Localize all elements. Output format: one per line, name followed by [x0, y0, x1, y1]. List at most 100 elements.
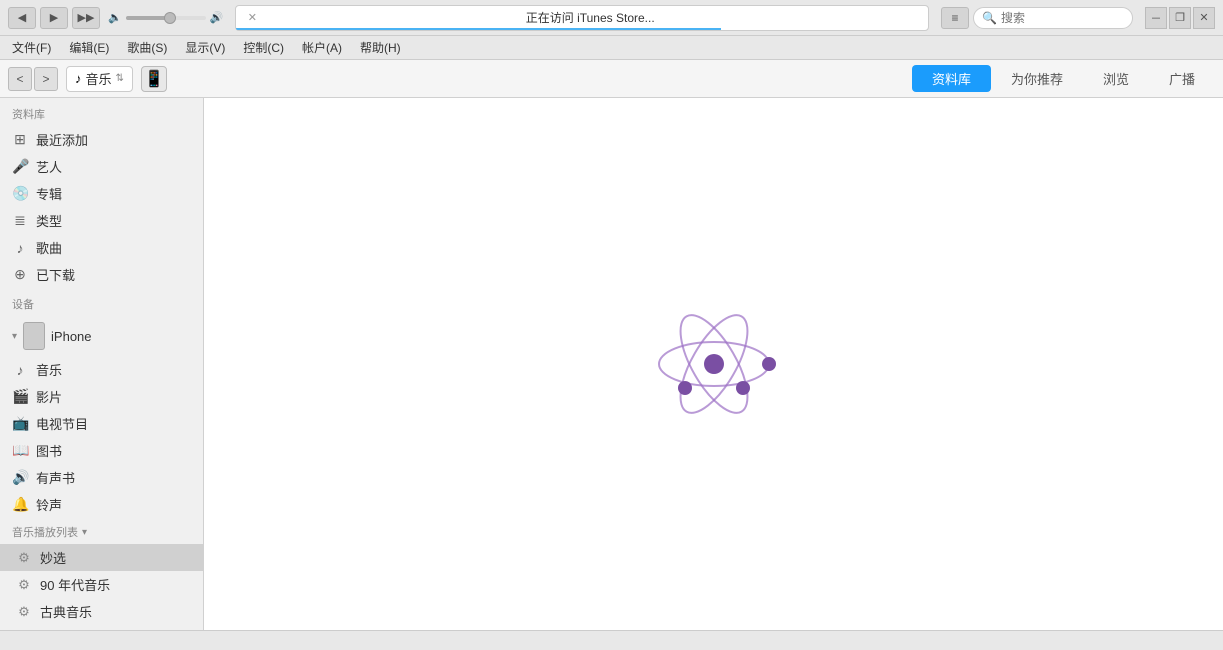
iphone-music-icon: ♪ — [12, 362, 28, 378]
menu-item[interactable]: 帮助(H) — [352, 37, 409, 58]
nav-arrows: < > — [8, 67, 58, 91]
sidebar-item-genres[interactable]: ≣ 类型 — [0, 207, 203, 234]
playlist-item-90s[interactable]: ⚙ 90 年代音乐 — [0, 571, 203, 598]
device-button[interactable]: 📱 — [141, 66, 167, 92]
devices-header: 设备 — [0, 288, 203, 316]
section-selector-chevron: ⇅ — [116, 73, 124, 84]
library-header: 资料库 — [0, 98, 203, 126]
menu-item[interactable]: 编辑(E) — [61, 37, 117, 58]
content-area — [204, 98, 1223, 630]
store-tab-title: 正在访问 iTunes Store... — [260, 9, 920, 26]
phone-icon: 📱 — [144, 69, 164, 89]
menu-item[interactable]: 控制(C) — [235, 37, 292, 58]
menu-item[interactable]: 歌曲(S) — [119, 37, 175, 58]
sidebar-item-iphone-tones[interactable]: 🔔 铃声 — [0, 491, 203, 518]
sidebar-item-label: 最近添加 — [36, 130, 191, 149]
minimize-button[interactable]: － — [1145, 7, 1167, 29]
sidebar-item-label: 图书 — [36, 441, 191, 460]
music-note-icon: ♪ — [75, 71, 82, 86]
sidebar-item-artists[interactable]: 🎤 艺人 — [0, 153, 203, 180]
maximize-button[interactable]: ❐ — [1169, 7, 1191, 29]
playlist-header-text: 音乐播放列表 — [12, 524, 78, 540]
search-input[interactable] — [1001, 11, 1121, 25]
nav-tab-资料库[interactable]: 资料库 — [912, 65, 991, 92]
songs-icon: ♪ — [12, 240, 28, 256]
sidebar-item-label: 已下载 — [36, 265, 191, 284]
sidebar-item-label: 专辑 — [36, 184, 191, 203]
menu-item[interactable]: 显示(V) — [177, 37, 233, 58]
sidebar-item-albums[interactable]: 💿 专辑 — [0, 180, 203, 207]
artists-icon: 🎤 — [12, 158, 28, 175]
sidebar-item-iphone-audiobooks[interactable]: 🔊 有声书 — [0, 464, 203, 491]
genres-icon: ≣ — [12, 212, 28, 229]
sidebar-item-label: 歌曲 — [36, 238, 191, 257]
sidebar-item-iphone-tv[interactable]: 📺 电视节目 — [0, 410, 203, 437]
nav-tab-为你推荐[interactable]: 为你推荐 — [991, 65, 1083, 92]
volume-track[interactable] — [126, 16, 206, 20]
store-tab-close-button[interactable]: ✕ — [244, 10, 260, 26]
albums-icon: 💿 — [12, 185, 28, 202]
playlist-header[interactable]: 音乐播放列表 ▾ — [0, 518, 203, 544]
nav-tab-广播[interactable]: 广播 — [1149, 65, 1215, 92]
playlist-item-genius[interactable]: ⚙ 妙选 — [0, 544, 203, 571]
volume-high-icon: 🔊 — [210, 11, 224, 24]
device-thumbnail — [23, 322, 45, 350]
next-button[interactable]: ▶▶ — [72, 7, 100, 29]
playback-controls: ◀ ▶ ▶▶ — [8, 7, 100, 29]
search-icon: 🔍 — [982, 11, 997, 25]
iphone-tones-icon: 🔔 — [12, 496, 28, 513]
volume-slider[interactable]: 🔈 🔊 — [108, 11, 223, 24]
window-controls: － ❐ ✕ — [1145, 7, 1215, 29]
90s-playlist-icon: ⚙ — [16, 577, 32, 593]
menu-item[interactable]: 文件(F) — [4, 37, 59, 58]
playlist-item-classical[interactable]: ⚙ 古典音乐 — [0, 598, 203, 625]
play-button[interactable]: ▶ — [40, 7, 68, 29]
sidebar-item-label: 艺人 — [36, 157, 191, 176]
nav-tab-浏览[interactable]: 浏览 — [1083, 65, 1149, 92]
nav-tabs: 资料库为你推荐浏览广播 — [912, 65, 1215, 92]
iphone-audiobooks-icon: 🔊 — [12, 469, 28, 486]
close-button[interactable]: ✕ — [1193, 7, 1215, 29]
back-button[interactable]: < — [8, 67, 32, 91]
volume-low-icon: 🔈 — [108, 11, 122, 24]
sidebar-item-label: 电视节目 — [36, 414, 191, 433]
genius-playlist-icon: ⚙ — [16, 550, 32, 566]
sidebar-item-downloaded[interactable]: ⊕ 已下载 — [0, 261, 203, 288]
sidebar: 资料库 ⊞ 最近添加 🎤 艺人 💿 专辑 ≣ 类型 ♪ 歌曲 ⊕ 已下载 设备 … — [0, 98, 204, 630]
nav-bar: < > ♪ 音乐 ⇅ 📱 资料库为你推荐浏览广播 — [0, 60, 1223, 98]
menu-bar: 文件(F)编辑(E)歌曲(S)显示(V)控制(C)帐户(A)帮助(H) — [0, 36, 1223, 60]
sidebar-item-label: 铃声 — [36, 495, 191, 514]
prev-button[interactable]: ◀ — [8, 7, 36, 29]
iphone-movies-icon: 🎬 — [12, 388, 28, 405]
iphone-books-icon: 📖 — [12, 442, 28, 459]
menu-item[interactable]: 帐户(A) — [294, 37, 350, 58]
volume-thumb[interactable] — [164, 12, 176, 24]
playlist-expand-icon: ▾ — [82, 527, 87, 538]
bottom-bar — [0, 630, 1223, 650]
section-selector[interactable]: ♪ 音乐 ⇅ — [66, 66, 133, 92]
classical-playlist-icon: ⚙ — [16, 604, 32, 620]
iphone-tv-icon: 📺 — [12, 415, 28, 432]
sidebar-item-label: 影片 — [36, 387, 191, 406]
sidebar-item-label: 音乐 — [36, 360, 191, 379]
search-box[interactable]: 🔍 — [973, 7, 1133, 29]
device-row[interactable]: ▾ iPhone — [0, 316, 203, 356]
section-selector-text: 音乐 — [86, 69, 112, 88]
store-tab[interactable]: ✕ 正在访问 iTunes Store... — [235, 5, 929, 31]
playlist-item-label: 90 年代音乐 — [40, 575, 110, 594]
atom-illustration — [639, 289, 789, 439]
device-name: iPhone — [51, 329, 91, 344]
playlist-item-label: 妙选 — [40, 548, 66, 567]
recently-added-icon: ⊞ — [12, 131, 28, 148]
sidebar-item-recently-added[interactable]: ⊞ 最近添加 — [0, 126, 203, 153]
list-view-button[interactable]: ≡ — [941, 7, 969, 29]
sidebar-item-iphone-books[interactable]: 📖 图书 — [0, 437, 203, 464]
sidebar-item-songs[interactable]: ♪ 歌曲 — [0, 234, 203, 261]
store-loading-progress — [236, 28, 720, 30]
sidebar-item-label: 类型 — [36, 211, 191, 230]
expand-arrow-icon: ▾ — [12, 331, 17, 342]
sidebar-item-iphone-movies[interactable]: 🎬 影片 — [0, 383, 203, 410]
sidebar-item-iphone-music[interactable]: ♪ 音乐 — [0, 356, 203, 383]
forward-button[interactable]: > — [34, 67, 58, 91]
title-bar: ◀ ▶ ▶▶ 🔈 🔊 ✕ 正在访问 iTunes Store... ≡ 🔍 － … — [0, 0, 1223, 36]
